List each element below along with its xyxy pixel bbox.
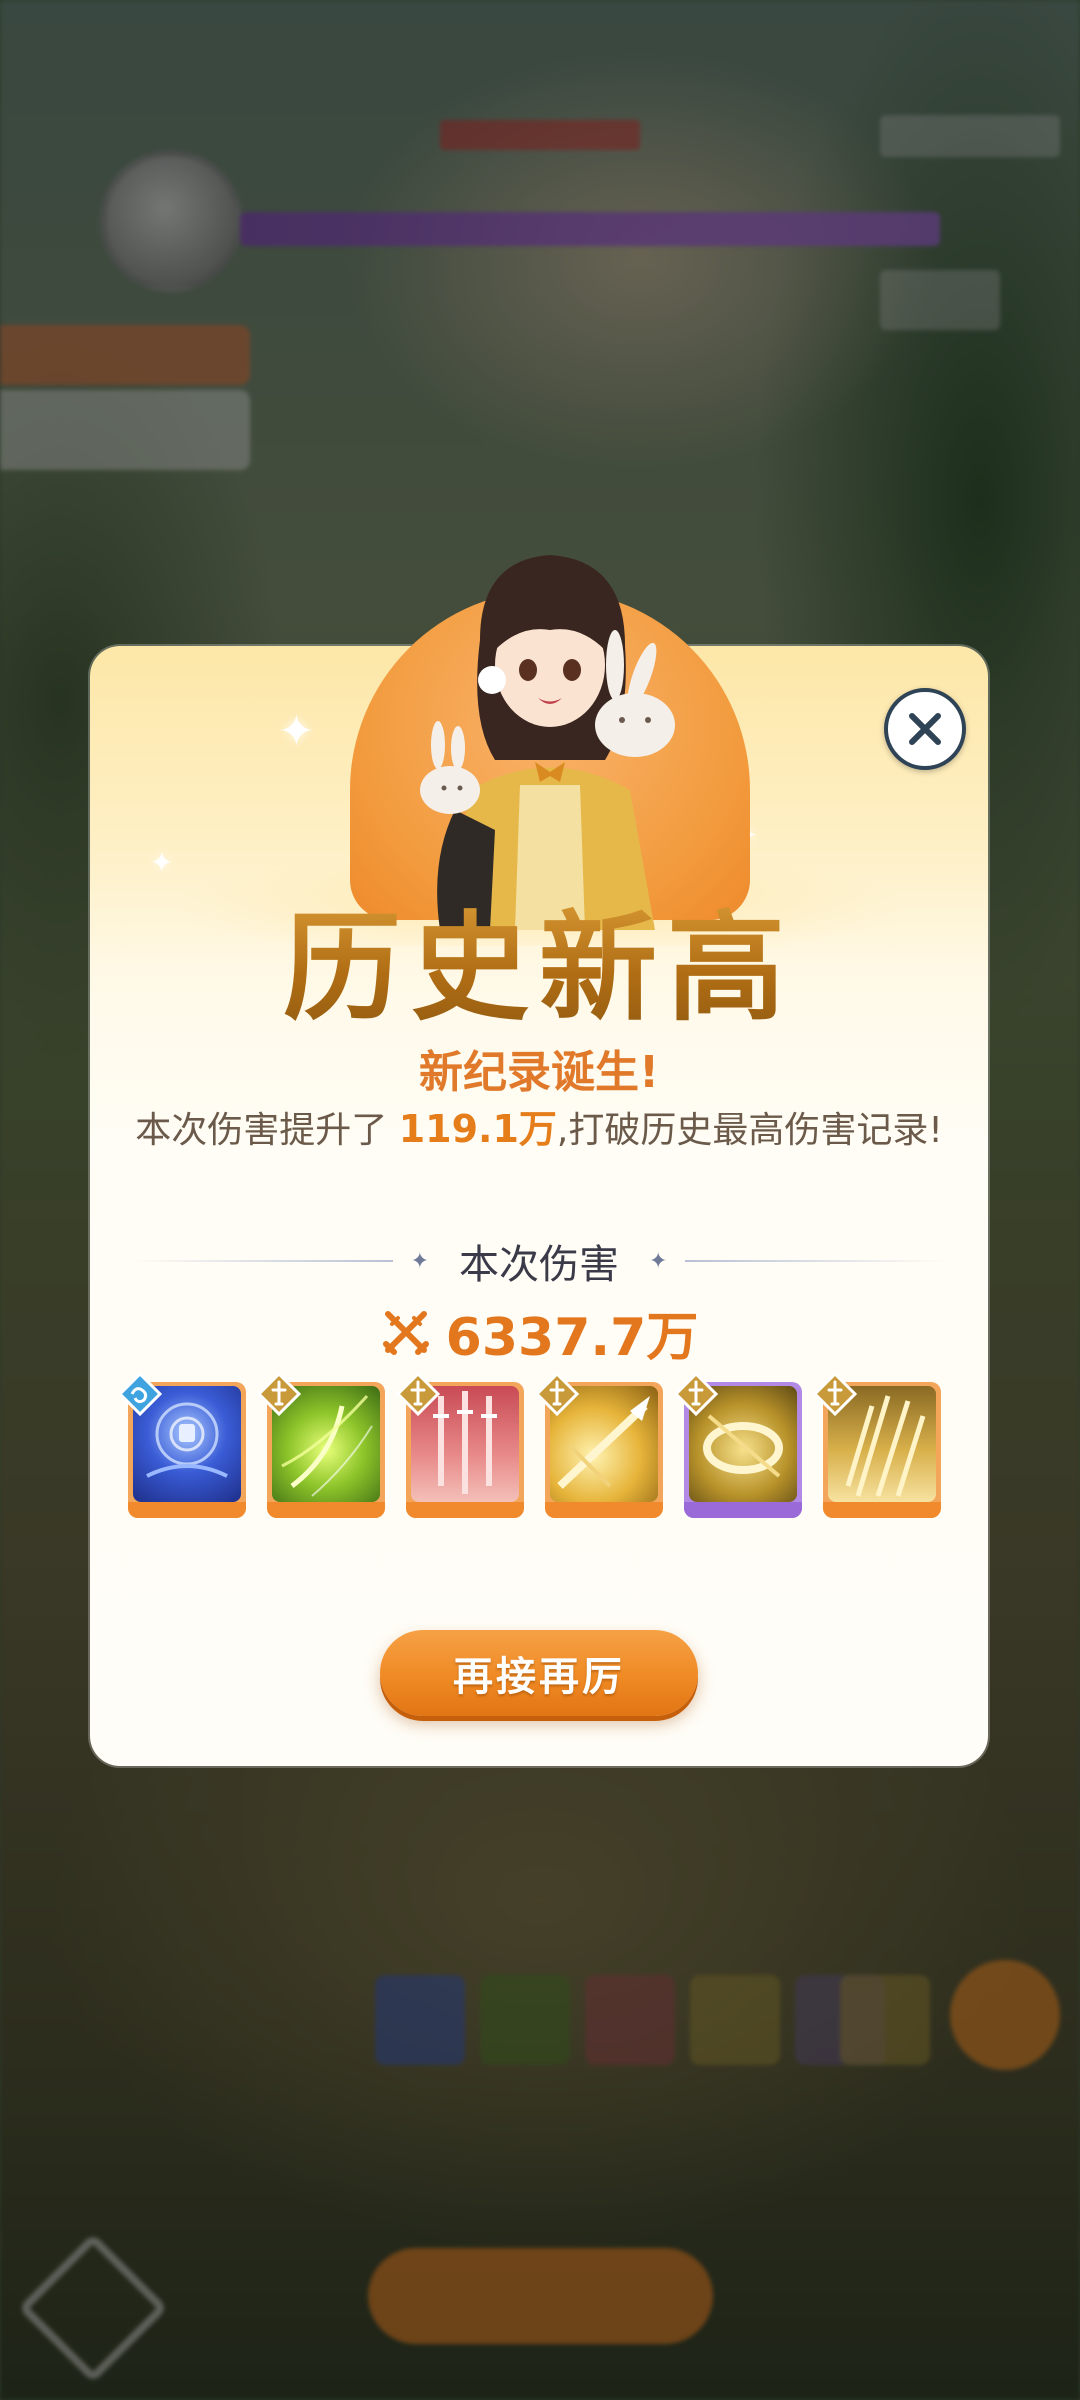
sword-element-icon xyxy=(535,1372,579,1416)
record-headline: 历史新高 xyxy=(90,872,988,1043)
crossed-swords-icon xyxy=(382,1311,429,1355)
skill-blade-rain[interactable] xyxy=(396,1372,524,1518)
skill-frost-vortex[interactable] xyxy=(118,1372,246,1518)
sword-element-icon xyxy=(396,1372,440,1416)
new-record-subtitle: 新纪录诞生! xyxy=(418,1047,660,1098)
divider-right xyxy=(685,1260,948,1262)
sword-element-icon xyxy=(813,1372,857,1416)
description-suffix: ,打破历史最高伤害记录! xyxy=(556,1110,943,1151)
divider-left xyxy=(130,1260,393,1262)
skill-sword-burst[interactable] xyxy=(813,1372,941,1518)
retry-button[interactable]: 再接再厉 xyxy=(380,1630,698,1716)
character-with-bunny-icon xyxy=(420,555,675,930)
skill-list xyxy=(118,1372,941,1522)
water-element-icon xyxy=(118,1372,162,1416)
diamond-ornament-icon: ✦ xyxy=(410,1248,429,1274)
skill-golden-ring[interactable] xyxy=(674,1372,802,1518)
damage-total: 6337.7万 xyxy=(90,1292,988,1372)
section-header: ✦ 本次伤害 ✦ xyxy=(130,1236,948,1288)
section-title: 本次伤害 xyxy=(459,1242,619,1288)
character-portrait xyxy=(350,530,750,930)
description-prefix: 本次伤害提升了 xyxy=(135,1110,388,1151)
sword-element-icon xyxy=(674,1372,718,1416)
skill-golden-lance[interactable] xyxy=(535,1372,663,1518)
close-icon xyxy=(909,713,941,745)
sparkle-icon: ✦ xyxy=(278,706,315,757)
damage-value: 6337.7万 xyxy=(445,1307,699,1368)
sword-element-icon xyxy=(257,1372,301,1416)
diamond-ornament-icon: ✦ xyxy=(649,1248,668,1274)
close-button[interactable] xyxy=(884,688,966,770)
damage-increase-description: 本次伤害提升了 119.1万,打破历史最高伤害记录! xyxy=(90,1098,988,1153)
damage-increase-value: 119.1万 xyxy=(398,1107,557,1151)
skill-wind-slash[interactable] xyxy=(257,1372,385,1518)
